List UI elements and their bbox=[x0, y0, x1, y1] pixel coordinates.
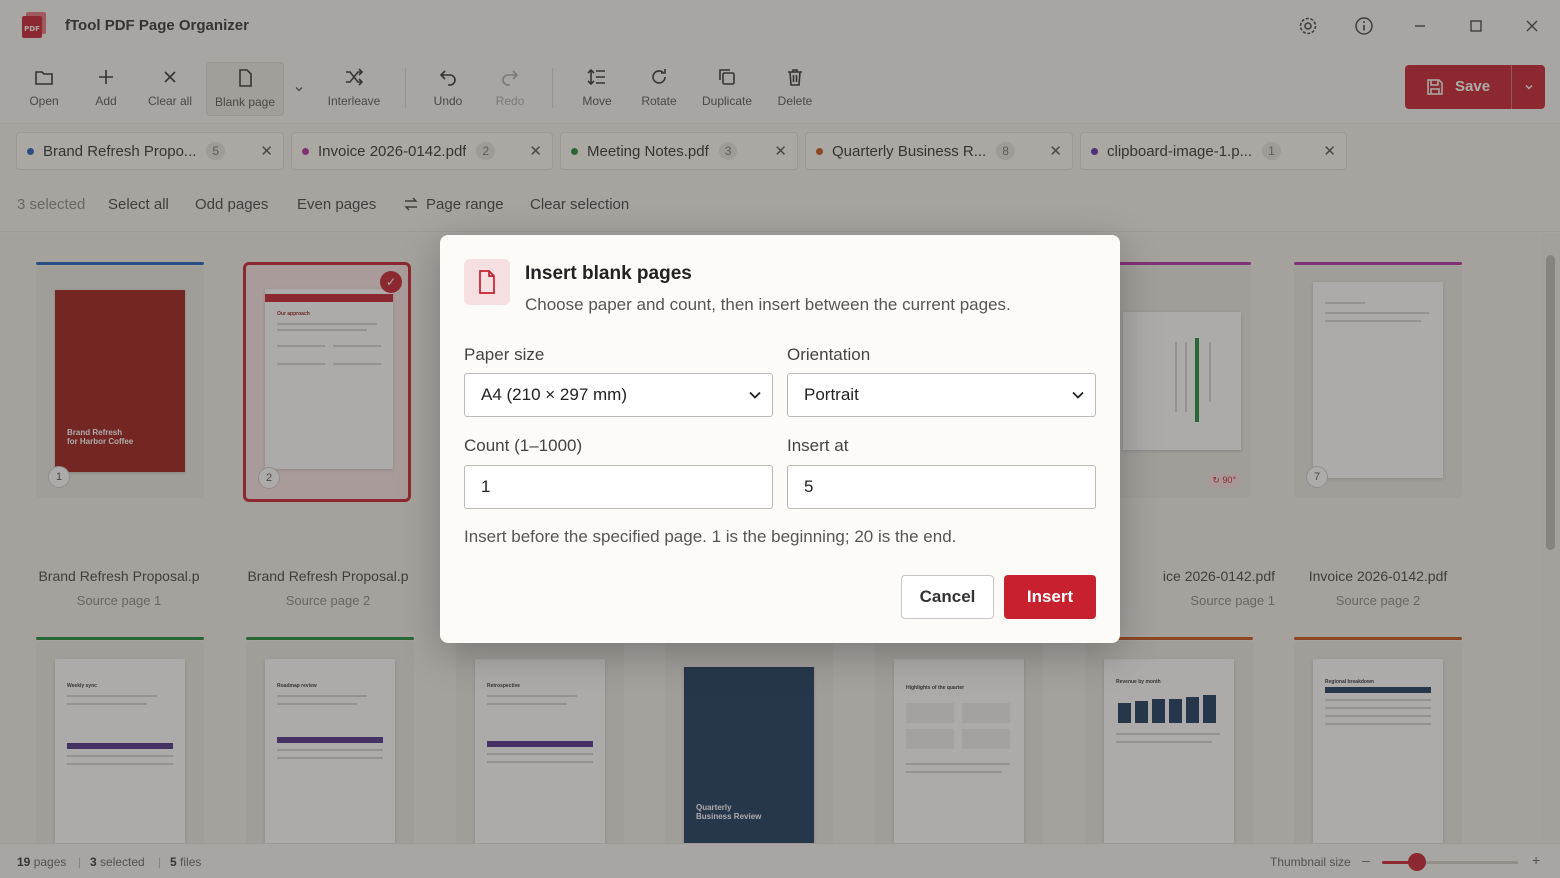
paper-size-value: A4 (210 × 297 mm) bbox=[481, 385, 627, 404]
dialog-title: Insert blank pages bbox=[525, 263, 692, 284]
orientation-value: Portrait bbox=[804, 385, 859, 404]
chevron-down-icon bbox=[1072, 391, 1084, 399]
paper-size-select[interactable]: A4 (210 × 297 mm) bbox=[464, 373, 773, 417]
orientation-select[interactable]: Portrait bbox=[787, 373, 1096, 417]
dialog-icon bbox=[464, 259, 510, 305]
count-input[interactable]: 1 bbox=[464, 465, 773, 509]
insert-hint: Insert before the specified page. 1 is t… bbox=[464, 527, 957, 546]
count-label: Count (1–1000) bbox=[464, 436, 583, 455]
dialog-subtitle: Choose paper and count, then insert betw… bbox=[525, 295, 1011, 314]
orientation-label: Orientation bbox=[787, 345, 871, 364]
paper-size-label: Paper size bbox=[464, 345, 545, 364]
insert-at-input[interactable]: 5 bbox=[787, 465, 1096, 509]
blank-page-icon bbox=[479, 270, 495, 294]
insert-at-label: Insert at bbox=[787, 436, 849, 455]
insert-blank-pages-dialog: Insert blank pages Choose paper and coun… bbox=[440, 235, 1120, 643]
chevron-down-icon bbox=[749, 391, 761, 399]
cancel-button[interactable]: Cancel bbox=[901, 575, 994, 619]
insert-button[interactable]: Insert bbox=[1004, 575, 1096, 619]
count-value: 1 bbox=[481, 477, 491, 496]
insert-at-value: 5 bbox=[804, 477, 814, 496]
